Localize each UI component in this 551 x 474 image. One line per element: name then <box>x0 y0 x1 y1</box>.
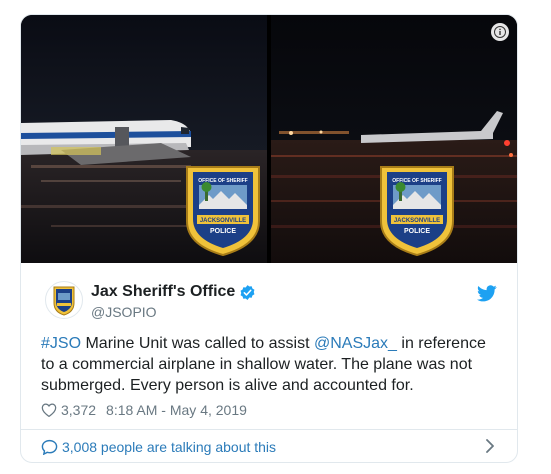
speech-bubble-icon <box>41 439 58 455</box>
info-icon[interactable] <box>491 23 509 41</box>
tweet-card[interactable]: JACKSONVILLE POLICE OFFICE OF SHERIFF JA… <box>20 14 518 463</box>
hashtag-link[interactable]: #JSO <box>41 335 81 352</box>
tweet-header: Jax Sheriff's Office @JSOPIO <box>21 263 517 323</box>
verified-badge-icon <box>240 284 255 300</box>
conversation-footer[interactable]: 3,008 people are talking about this <box>21 430 517 462</box>
author-name[interactable]: Jax Sheriff's Office <box>91 283 235 301</box>
svg-text:JACKSONVILLE: JACKSONVILLE <box>200 218 246 224</box>
like-count[interactable]: 3,372 <box>61 402 96 418</box>
tweet-meta: 3,372 8:18 AM - May 4, 2019 <box>41 402 247 418</box>
tweet-photo-right[interactable]: JACKSONVILLE POLICE OFFICE OF SHERIFF <box>271 15 517 263</box>
tweet-photo-left[interactable]: JACKSONVILLE POLICE OFFICE OF SHERIFF <box>21 15 267 263</box>
svg-text:POLICE: POLICE <box>404 228 430 235</box>
author-handle[interactable]: @JSOPIO <box>91 304 157 320</box>
avatar[interactable] <box>45 281 83 319</box>
mention-link[interactable]: @NASJax_ <box>314 335 397 352</box>
heart-icon[interactable] <box>41 403 57 417</box>
svg-text:OFFICE OF SHERIFF: OFFICE OF SHERIFF <box>198 178 247 184</box>
chevron-right-icon[interactable] <box>485 439 495 453</box>
svg-text:JACKSONVILLE: JACKSONVILLE <box>394 218 440 224</box>
svg-text:OFFICE OF SHERIFF: OFFICE OF SHERIFF <box>392 178 441 184</box>
tweet-timestamp[interactable]: 8:18 AM - May 4, 2019 <box>106 402 247 418</box>
twitter-bird-icon[interactable] <box>477 285 497 302</box>
author-name-row[interactable]: Jax Sheriff's Office <box>91 283 256 301</box>
svg-text:POLICE: POLICE <box>210 228 236 235</box>
talking-count-link[interactable]: 3,008 people are talking about this <box>62 439 276 455</box>
sheriff-badge-left: JACKSONVILLE POLICE OFFICE OF SHERIFF <box>183 163 263 258</box>
tweet-text-part-1: Marine Unit was called to assist <box>81 335 314 352</box>
tweet-text: #JSO Marine Unit was called to assist @N… <box>41 333 501 396</box>
sheriff-badge-right: JACKSONVILLE POLICE OFFICE OF SHERIFF <box>377 163 457 258</box>
tweet-media[interactable]: JACKSONVILLE POLICE OFFICE OF SHERIFF JA… <box>21 15 517 263</box>
